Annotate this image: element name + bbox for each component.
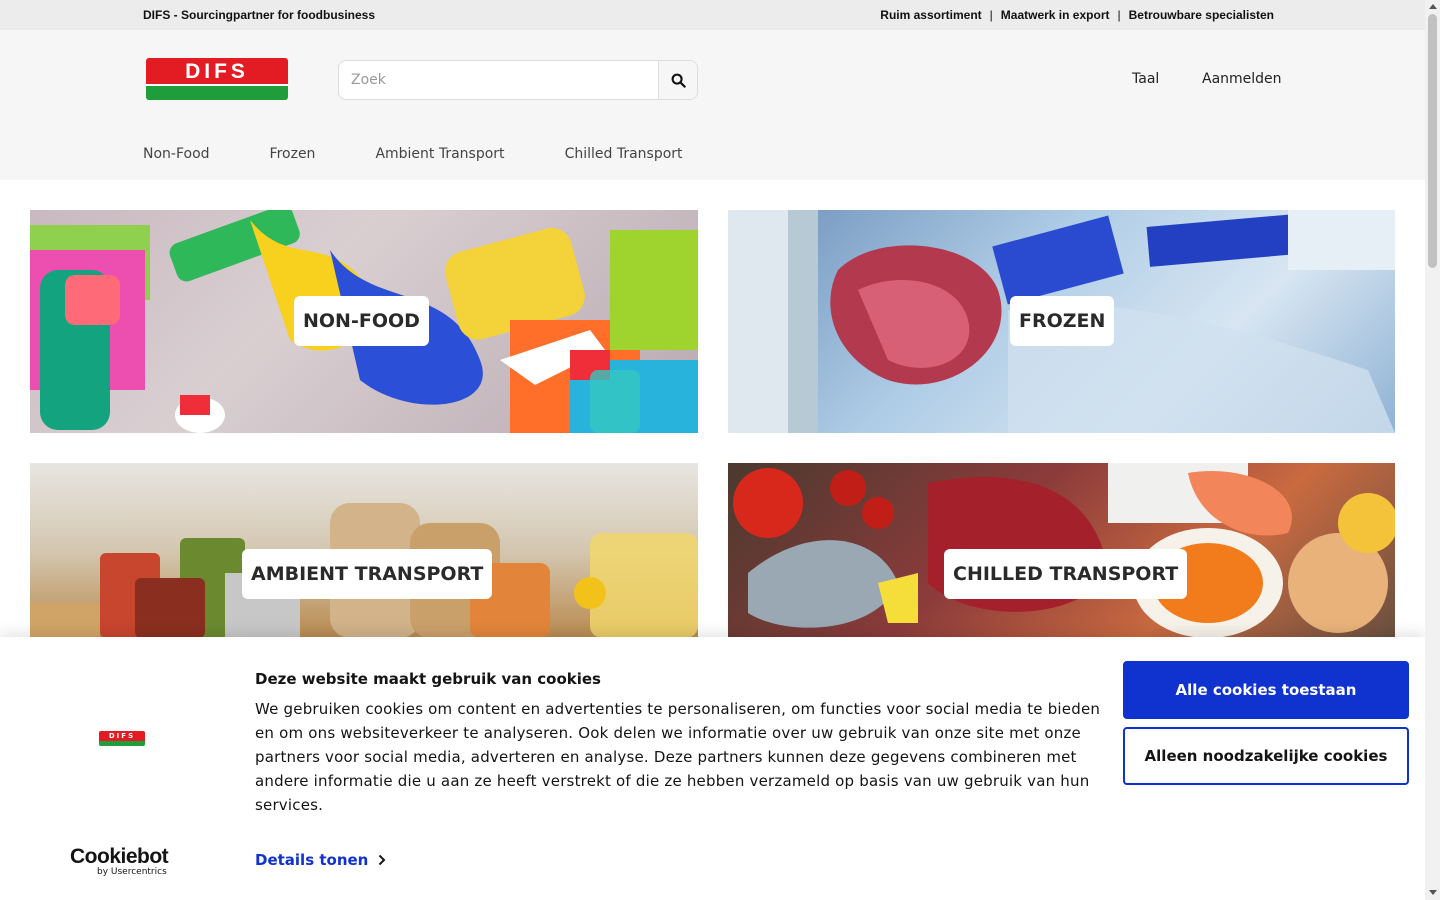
- language-link[interactable]: Taal: [1132, 71, 1159, 87]
- category-tile-frozen[interactable]: FROZEN: [728, 210, 1395, 433]
- usp-item: Betrouwbare specialisten: [1128, 8, 1274, 22]
- usp-item: Maatwerk in export: [1000, 8, 1110, 22]
- tagline: DIFS - Sourcingpartner for foodbusiness: [143, 8, 376, 22]
- scroll-down-arrow-icon[interactable]: [1429, 890, 1437, 895]
- cookiebot-name: Cookiebot: [70, 845, 169, 868]
- usp-separator: |: [1117, 8, 1121, 22]
- category-tile-chilled-transport[interactable]: CHILLED TRANSPORT: [728, 463, 1395, 638]
- logo-text: DIFS: [108, 732, 136, 740]
- search-input[interactable]: [339, 61, 659, 99]
- category-label: CHILLED TRANSPORT: [944, 549, 1188, 599]
- necessary-cookies-only-button[interactable]: Alleen noodzakelijke cookies: [1123, 727, 1409, 785]
- cookie-banner: DIFS Deze website maakt gebruik van cook…: [0, 637, 1425, 900]
- search-icon: [671, 73, 686, 88]
- usp-separator: |: [989, 8, 993, 22]
- scrollbar-thumb[interactable]: [1428, 14, 1437, 268]
- cookie-title: Deze website maakt gebruik van cookies: [255, 670, 601, 688]
- category-label: FROZEN: [1010, 296, 1115, 346]
- usp-list: Ruim assortiment | Maatwerk in export | …: [880, 8, 1274, 22]
- category-label: AMBIENT TRANSPORT: [242, 549, 493, 599]
- search-button[interactable]: [658, 61, 697, 99]
- top-bar: DIFS - Sourcingpartner for foodbusiness …: [0, 0, 1425, 30]
- chevron-right-icon: [379, 854, 386, 866]
- search-box: [338, 60, 698, 100]
- nav-item-frozen[interactable]: Frozen: [270, 146, 316, 162]
- details-link[interactable]: Details tonen: [255, 851, 386, 869]
- site-header: DIFS Taal Aanmelden Non-Food Frozen Ambi…: [0, 30, 1425, 180]
- usp-item: Ruim assortiment: [880, 8, 982, 22]
- main-nav: Non-Food Frozen Ambient Transport Chille…: [143, 146, 743, 162]
- category-label: NON-FOOD: [294, 296, 429, 346]
- category-tile-non-food[interactable]: NON-FOOD: [30, 210, 698, 433]
- login-link[interactable]: Aanmelden: [1202, 71, 1282, 87]
- nav-item-ambient-transport[interactable]: Ambient Transport: [375, 146, 504, 162]
- cookiebot-sub: by Usercentrics: [97, 867, 167, 877]
- scroll-up-arrow-icon[interactable]: [1429, 4, 1437, 9]
- nav-item-chilled-transport[interactable]: Chilled Transport: [565, 146, 683, 162]
- cookiebot-brand[interactable]: Cookiebot by Usercentrics: [70, 845, 169, 877]
- page-scrollbar[interactable]: [1425, 0, 1440, 900]
- nav-item-non-food[interactable]: Non-Food: [143, 146, 210, 162]
- details-label: Details tonen: [255, 851, 369, 869]
- logo-green-band: [146, 86, 288, 100]
- cookie-body-text: We gebruiken cookies om content en adver…: [255, 700, 1101, 814]
- cookie-banner-logo: DIFS: [99, 731, 145, 746]
- allow-all-cookies-button[interactable]: Alle cookies toestaan: [1123, 661, 1409, 719]
- logo-letters: DIFS: [146, 58, 288, 86]
- logo-text: DIFS: [185, 60, 249, 83]
- difs-logo[interactable]: DIFS: [146, 58, 288, 100]
- logo-green-band: [99, 741, 145, 746]
- category-tile-ambient-transport[interactable]: AMBIENT TRANSPORT: [30, 463, 698, 638]
